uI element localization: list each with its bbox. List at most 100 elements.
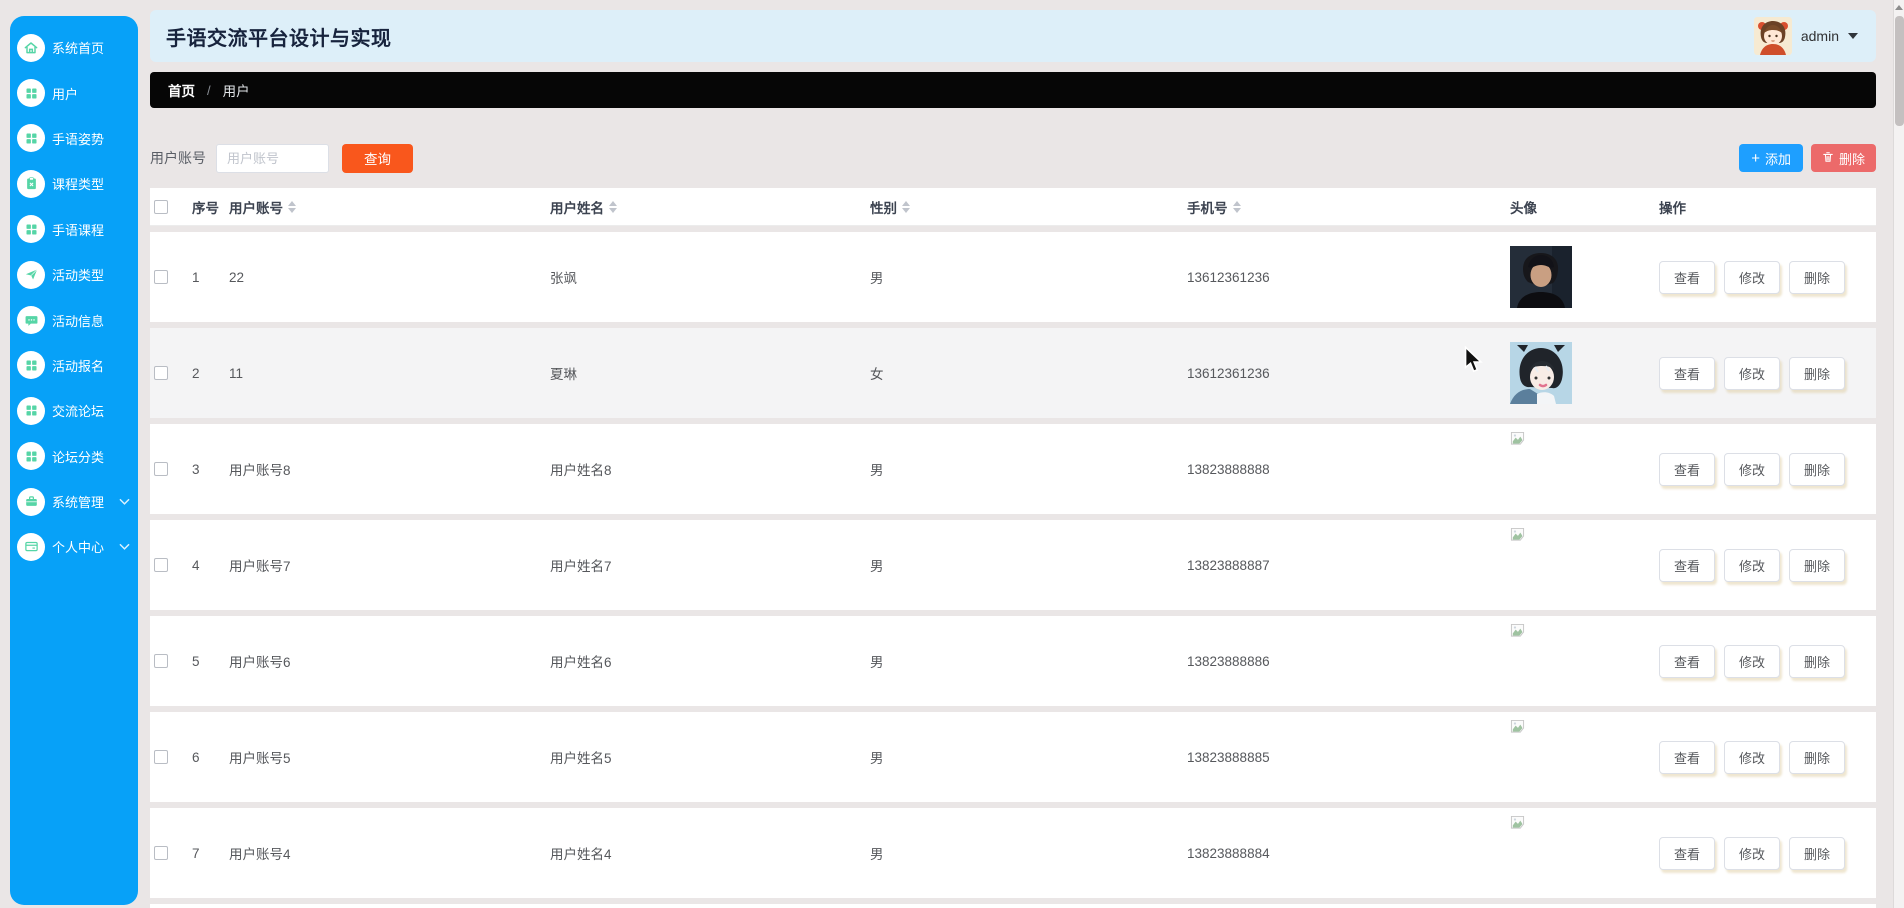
view-button[interactable]: 查看: [1659, 836, 1716, 870]
cell-account: 用户账号4: [229, 847, 291, 862]
view-button[interactable]: 查看: [1659, 452, 1716, 486]
user-avatar-image: [1510, 342, 1572, 404]
sort-icons[interactable]: [609, 200, 617, 213]
scrollbar-up-arrow[interactable]: [1894, 0, 1904, 14]
scrollbar-thumb[interactable]: [1895, 16, 1904, 126]
row-checkbox[interactable]: [154, 366, 168, 380]
chevron-down-icon: [119, 498, 130, 506]
row-checkbox[interactable]: [154, 558, 168, 572]
delete-button[interactable]: 删除: [1810, 144, 1876, 172]
edit-button[interactable]: 修改: [1724, 356, 1781, 390]
row-checkbox[interactable]: [154, 270, 168, 284]
cell-index: 2: [192, 365, 200, 381]
view-button[interactable]: 查看: [1659, 644, 1716, 678]
row-checkbox[interactable]: [154, 462, 168, 476]
query-button[interactable]: 查询: [342, 143, 413, 173]
table-row-partial: [150, 904, 1876, 908]
sort-icons[interactable]: [288, 200, 296, 213]
cell-index: 7: [192, 845, 200, 861]
delete-button[interactable]: 删除: [1789, 836, 1846, 870]
column-header-actions: 操作: [1659, 200, 1686, 216]
view-button[interactable]: 查看: [1659, 740, 1716, 774]
cell-index: 6: [192, 749, 200, 765]
broken-image-icon: [1510, 431, 1525, 445]
cell-name: 用户姓名7: [550, 559, 612, 574]
select-all-checkbox[interactable]: [154, 199, 168, 214]
sidebar-item-forum[interactable]: 交流论坛: [10, 388, 138, 433]
main-content: 手语交流平台设计与实现 admin 首页 / 用户 用户账号 用户账号 查询 +…: [150, 0, 1876, 908]
user-menu[interactable]: admin: [1753, 17, 1858, 55]
sidebar-item-label: 交流论坛: [52, 404, 105, 420]
cell-actions: 查看 修改 删除: [1659, 452, 1876, 486]
sidebar-item-users[interactable]: 用户: [10, 70, 138, 115]
column-header-account[interactable]: 用户账号: [229, 197, 550, 217]
clipboard-icon: [17, 169, 45, 198]
cell-avatar: [1510, 424, 1659, 514]
delete-button[interactable]: 删除: [1789, 356, 1846, 390]
view-button[interactable]: 查看: [1659, 548, 1716, 582]
sidebar-item-course-type[interactable]: 课程类型: [10, 161, 138, 206]
search-input[interactable]: [216, 143, 329, 173]
broken-image-icon: [1510, 719, 1525, 733]
edit-button[interactable]: 修改: [1724, 452, 1781, 486]
cell-phone: 13823888887: [1187, 557, 1270, 573]
sidebar-item-label: 用户: [52, 86, 79, 102]
row-checkbox[interactable]: [154, 750, 168, 764]
cell-account: 用户账号7: [229, 559, 291, 574]
table-row: 3 用户账号8 用户姓名8 男 13823888888 查看 修改 删除: [150, 424, 1876, 514]
sidebar-item-sign-gesture[interactable]: 手语姿势: [10, 116, 138, 161]
delete-button[interactable]: 删除: [1789, 548, 1846, 582]
delete-button[interactable]: 删除: [1789, 644, 1846, 678]
delete-button[interactable]: 删除: [1789, 740, 1846, 774]
cell-avatar: [1510, 616, 1659, 706]
sidebar-item-activity-info[interactable]: 活动信息: [10, 297, 138, 342]
edit-button[interactable]: 修改: [1724, 836, 1781, 870]
view-button[interactable]: 查看: [1659, 260, 1716, 294]
grid-icon: [17, 442, 45, 471]
edit-button[interactable]: 修改: [1724, 548, 1781, 582]
sidebar-item-label: 手语课程: [52, 222, 105, 238]
sidebar-item-personal-center[interactable]: 个人中心: [10, 524, 138, 569]
cell-gender: 男: [870, 847, 884, 862]
sidebar-item-system-manage[interactable]: 系统管理: [10, 479, 138, 524]
edit-button[interactable]: 修改: [1724, 740, 1781, 774]
sidebar-item-sign-course[interactable]: 手语课程: [10, 207, 138, 252]
sidebar-item-home[interactable]: 系统首页: [10, 25, 138, 70]
sidebar-item-activity-signup[interactable]: 活动报名: [10, 343, 138, 388]
titlebar: 手语交流平台设计与实现 admin: [150, 10, 1876, 62]
card-icon: [17, 532, 45, 561]
cell-avatar: [1510, 520, 1659, 610]
sort-icons[interactable]: [902, 200, 910, 213]
delete-button[interactable]: 删除: [1789, 260, 1846, 294]
edit-button[interactable]: 修改: [1724, 644, 1781, 678]
sidebar-item-activity-type[interactable]: 活动类型: [10, 252, 138, 297]
breadcrumb-home[interactable]: 首页: [168, 80, 195, 100]
add-button[interactable]: + 添加: [1739, 144, 1803, 172]
cell-phone: 13612361236: [1187, 365, 1270, 381]
row-checkbox[interactable]: [154, 846, 168, 860]
column-header-phone[interactable]: 手机号: [1187, 197, 1510, 217]
cell-name: 用户姓名4: [550, 847, 612, 862]
edit-button[interactable]: 修改: [1724, 260, 1781, 294]
user-table: 序号 用户账号 用户姓名 性别 手机号 头像 操作 1 22 张飒男 13612361236 查看 修改…: [150, 188, 1876, 908]
view-button[interactable]: 查看: [1659, 356, 1716, 390]
column-header-gender[interactable]: 性别: [870, 197, 1187, 217]
cell-phone: 13823888885: [1187, 749, 1270, 765]
sidebar-item-forum-category[interactable]: 论坛分类: [10, 434, 138, 479]
sidebar-item-label: 论坛分类: [52, 449, 105, 465]
scrollbar[interactable]: [1893, 0, 1904, 908]
cell-avatar: [1510, 328, 1659, 418]
search-toolbar: 用户账号 查询 + 添加 删除: [150, 143, 1876, 173]
column-header-name[interactable]: 用户姓名: [550, 197, 870, 217]
cell-name: 用户姓名5: [550, 751, 612, 766]
sidebar-item-label: 活动信息: [52, 313, 105, 329]
grid-icon: [17, 79, 45, 108]
cell-actions: 查看 修改 删除: [1659, 548, 1876, 582]
search-label: 用户账号: [150, 150, 206, 166]
sort-icons[interactable]: [1232, 200, 1241, 213]
cell-name: 用户姓名8: [550, 463, 612, 478]
row-checkbox[interactable]: [154, 654, 168, 668]
breadcrumb-separator: /: [207, 82, 211, 98]
delete-button[interactable]: 删除: [1789, 452, 1846, 486]
table-row: 6 用户账号5 用户姓名5 男 13823888885 查看 修改 删除: [150, 712, 1876, 802]
